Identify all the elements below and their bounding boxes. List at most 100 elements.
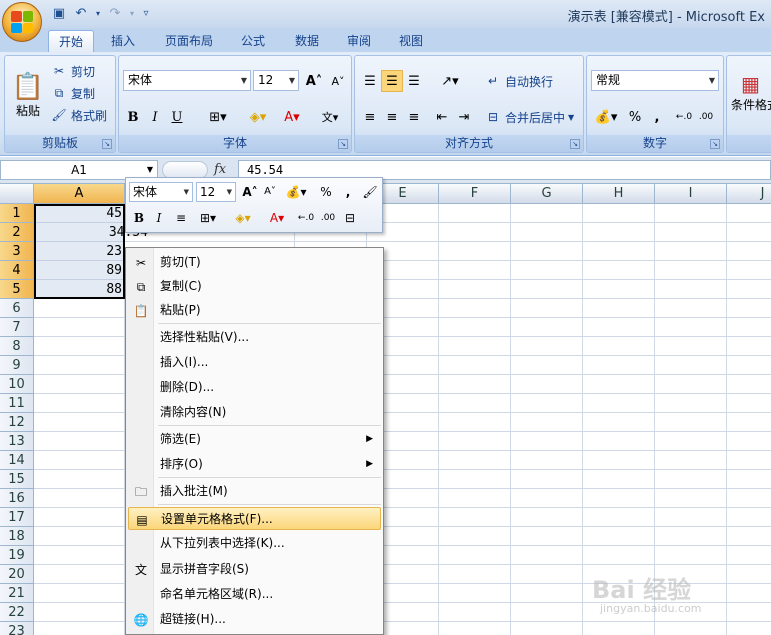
redo-icon[interactable]: ↷: [106, 5, 124, 23]
grow-font-icon[interactable]: A˄: [240, 182, 260, 202]
row-header[interactable]: 16: [0, 489, 34, 508]
mini-font-size-select[interactable]: 12 ▼: [196, 182, 236, 202]
dialog-launcher-icon[interactable]: ↘: [338, 139, 348, 149]
row-header[interactable]: 9: [0, 356, 34, 375]
font-size-select[interactable]: 12 ▼: [253, 70, 299, 91]
align-bottom-icon[interactable]: ☰: [403, 70, 425, 92]
bold-button[interactable]: B: [123, 106, 143, 128]
cell-a4[interactable]: 89: [34, 261, 125, 280]
align-left-icon[interactable]: ≡: [359, 106, 381, 128]
row-header[interactable]: 4: [0, 261, 34, 280]
orientation-icon[interactable]: ↗▾: [435, 70, 465, 92]
context-menu-item[interactable]: 文显示拼音字段(S): [128, 558, 381, 581]
row-header[interactable]: 7: [0, 318, 34, 337]
increase-indent-icon[interactable]: ⇥: [453, 106, 475, 128]
dialog-launcher-icon[interactable]: ↘: [570, 139, 580, 149]
row-header[interactable]: 13: [0, 432, 34, 451]
align-middle-icon[interactable]: ☰: [381, 70, 403, 92]
comma-button[interactable]: ,: [649, 106, 665, 128]
mini-italic-button[interactable]: I: [149, 208, 169, 228]
mini-percent-button[interactable]: %: [316, 182, 336, 202]
row-header[interactable]: 17: [0, 508, 34, 527]
wrap-text-button[interactable]: ↵ 自动换行: [485, 70, 553, 92]
row-header[interactable]: 5: [0, 280, 34, 299]
context-menu-item[interactable]: 从下拉列表中选择(K)...: [128, 532, 381, 555]
cut-button[interactable]: ✂ 剪切: [51, 60, 95, 82]
mini-comma-button[interactable]: ,: [338, 182, 358, 202]
merge-center-button[interactable]: ⊟ 合并后居中 ▼: [485, 106, 574, 128]
row-header[interactable]: 20: [0, 565, 34, 584]
borders-icon[interactable]: ⊞▾: [193, 208, 223, 228]
row-header[interactable]: 3: [0, 242, 34, 261]
column-header-a[interactable]: A: [34, 184, 125, 204]
row-header[interactable]: 1: [0, 204, 34, 223]
borders-icon[interactable]: ⊞▾: [203, 106, 233, 128]
decrease-decimal-icon[interactable]: .00: [695, 106, 717, 128]
mini-bold-button[interactable]: B: [129, 208, 149, 228]
context-menu-item[interactable]: ✂ 剪切(T): [128, 251, 381, 274]
tab-home[interactable]: 开始: [48, 30, 94, 52]
context-menu-item[interactable]: 筛选(E) ▶: [128, 428, 381, 451]
save-icon[interactable]: ▣: [50, 5, 68, 23]
shrink-font-icon[interactable]: A˅: [327, 70, 349, 92]
percent-button[interactable]: %: [625, 106, 645, 128]
brush-icon[interactable]: 🖌: [360, 182, 380, 202]
row-header[interactable]: 15: [0, 470, 34, 489]
paste-button[interactable]: 📋 粘贴: [9, 60, 47, 130]
context-menu-item[interactable]: 🌐 超链接(H)...: [128, 608, 381, 631]
cell-a1[interactable]: 45: [34, 204, 125, 223]
row-header[interactable]: 2: [0, 223, 34, 242]
underline-button[interactable]: U: [167, 106, 187, 128]
row-header[interactable]: 6: [0, 299, 34, 318]
font-name-select[interactable]: 宋体 ▼: [123, 70, 251, 91]
row-header[interactable]: 14: [0, 451, 34, 470]
column-header-f[interactable]: F: [439, 184, 511, 204]
row-header[interactable]: 19: [0, 546, 34, 565]
undo-dropdown-icon[interactable]: ▾: [94, 5, 102, 23]
tab-formulas[interactable]: 公式: [230, 30, 276, 52]
context-menu-item[interactable]: 删除(D)...: [128, 376, 381, 399]
merge-cells-icon[interactable]: ⊟: [340, 208, 360, 228]
insert-function-button[interactable]: fx: [214, 162, 226, 177]
fill-color-icon[interactable]: ◈▾: [243, 106, 273, 128]
align-top-icon[interactable]: ☰: [359, 70, 381, 92]
dialog-launcher-icon[interactable]: ↘: [102, 139, 112, 149]
context-menu-item[interactable]: 命名单元格区域(R)...: [128, 583, 381, 606]
decrease-indent-icon[interactable]: ⇤: [431, 106, 453, 128]
redo-dropdown-icon[interactable]: ▾: [128, 5, 136, 23]
office-button[interactable]: [2, 2, 42, 42]
align-right-icon[interactable]: ≡: [403, 106, 425, 128]
column-header-j[interactable]: J: [727, 184, 771, 204]
mini-font-name-select[interactable]: 宋体 ▼: [129, 182, 193, 202]
italic-button[interactable]: I: [145, 106, 165, 128]
select-all-corner[interactable]: [0, 184, 34, 204]
increase-decimal-icon[interactable]: ←.0: [296, 208, 316, 228]
undo-icon[interactable]: ↶: [72, 5, 90, 23]
font-color-icon[interactable]: A▾: [262, 208, 292, 228]
tab-insert[interactable]: 插入: [100, 30, 146, 52]
row-header[interactable]: 23: [0, 622, 34, 635]
align-center-icon[interactable]: ≡: [381, 106, 403, 128]
number-format-select[interactable]: 常规 ▼: [591, 70, 719, 91]
spreadsheet-grid[interactable]: A E F G H I J 1 2 3 4 5 6 7 8 9 10 11 12 13 14 15 16 17 1…: [0, 184, 771, 635]
context-menu-item[interactable]: 插入(I)...: [128, 351, 381, 374]
row-header[interactable]: 12: [0, 413, 34, 432]
row-header[interactable]: 11: [0, 394, 34, 413]
row-header[interactable]: 22: [0, 603, 34, 622]
column-header-h[interactable]: H: [583, 184, 655, 204]
conditional-format-button[interactable]: ▦ 条件格式: [731, 62, 771, 122]
context-menu-item[interactable]: ▤ 设置单元格格式(F)...: [128, 507, 381, 530]
row-header[interactable]: 10: [0, 375, 34, 394]
cell-a5[interactable]: 88: [34, 280, 125, 299]
row-header[interactable]: 8: [0, 337, 34, 356]
dialog-launcher-icon[interactable]: ↘: [710, 139, 720, 149]
context-menu-item[interactable]: 清除内容(N): [128, 401, 381, 424]
decrease-decimal-icon[interactable]: .00: [318, 208, 338, 228]
font-color-icon[interactable]: A▾: [277, 106, 307, 128]
row-header[interactable]: 18: [0, 527, 34, 546]
context-menu-item[interactable]: 选择性粘贴(V)...: [128, 326, 381, 349]
row-header[interactable]: 21: [0, 584, 34, 603]
column-header-g[interactable]: G: [511, 184, 583, 204]
tab-data[interactable]: 数据: [284, 30, 330, 52]
context-menu-item[interactable]: 📋 粘贴(P): [128, 299, 381, 322]
